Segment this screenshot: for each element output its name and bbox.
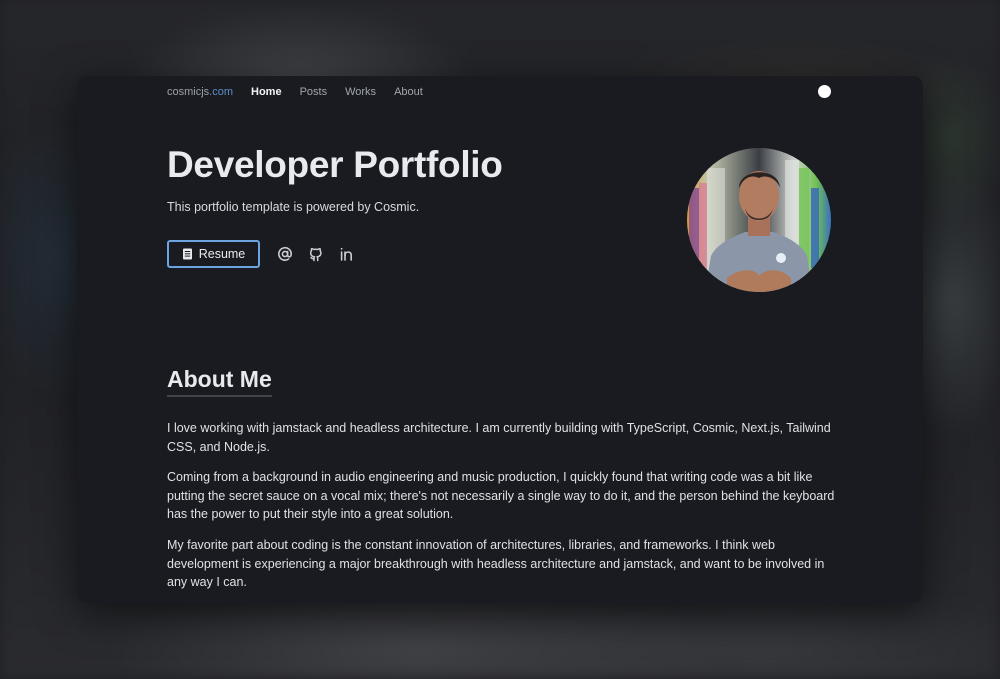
linkedin-link[interactable]: [339, 246, 355, 262]
nav-link-about[interactable]: About: [394, 86, 423, 98]
browser-window: cosmicjs.com Home Posts Works About Deve…: [77, 76, 923, 603]
nav-link-posts[interactable]: Posts: [300, 86, 328, 98]
about-paragraph-1: I love working with jamstack and headles…: [167, 421, 831, 454]
about-paragraph-3: My favorite part about coding is the con…: [167, 538, 825, 590]
nav-link-works[interactable]: Works: [345, 86, 376, 98]
github-icon: [308, 246, 324, 262]
nav-link-home[interactable]: Home: [251, 86, 282, 98]
page-title: Developer Portfolio: [167, 144, 503, 185]
email-link[interactable]: [277, 246, 293, 262]
avatar-portrait-image: [687, 148, 831, 292]
github-link[interactable]: [308, 246, 324, 262]
resume-label: Resume: [198, 247, 246, 261]
top-nav: cosmicjs.com Home Posts Works About: [167, 76, 923, 108]
at-sign-icon: [277, 246, 293, 262]
page-subtitle: This portfolio template is powered by Co…: [167, 200, 420, 214]
about-paragraph-2: Coming from a background in audio engine…: [167, 470, 835, 522]
theme-toggle-button[interactable]: [818, 85, 831, 98]
about-heading: About Me: [167, 366, 272, 397]
document-icon: [182, 248, 193, 260]
linkedin-icon: [339, 246, 355, 262]
profile-avatar: [687, 148, 831, 292]
brand-name: cosmicjs: [167, 86, 210, 98]
resume-button[interactable]: Resume: [167, 240, 260, 268]
brand-link[interactable]: cosmicjs.com: [167, 86, 233, 98]
brand-tld: .com: [209, 86, 234, 98]
